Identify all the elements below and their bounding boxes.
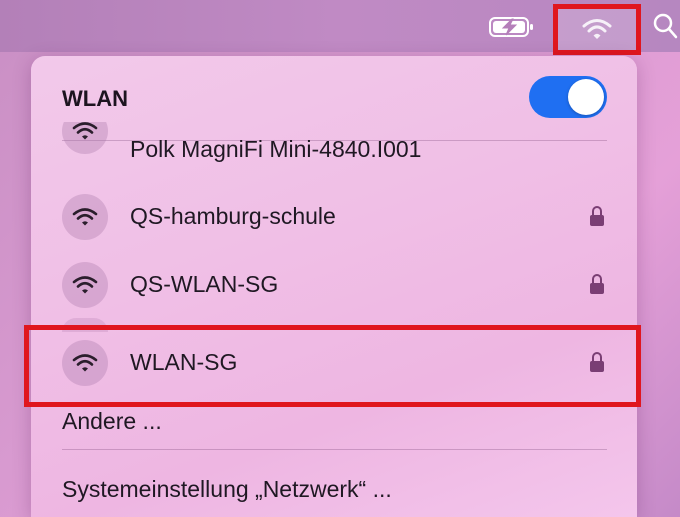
wlan-toggle[interactable] [529,76,607,118]
network-settings-item[interactable]: Systemeinstellung „Netzwerk“ ... [62,476,392,503]
battery-charging-icon[interactable] [489,16,537,38]
network-row[interactable]: QS-WLAN-SG [62,252,607,316]
network-name: QS-hamburg-schule [130,203,336,229]
divider [62,449,607,450]
wifi-icon [62,262,108,308]
search-icon[interactable] [652,12,678,40]
wifi-icon [62,194,108,240]
toggle-knob [568,79,604,115]
wlan-menu: WLAN Polk MagniFi Mini-4840.I001 QS-hamb… [31,56,637,517]
lock-icon [589,273,605,295]
network-name: Polk MagniFi Mini-4840.I001 [130,136,422,162]
network-name: QS-WLAN-SG [130,271,279,297]
wifi-icon [62,122,108,154]
wlan-title: WLAN [62,86,128,111]
network-row[interactable]: Polk MagniFi Mini-4840.I001 [62,122,607,162]
wlan-sg-highlight-box [24,325,641,407]
lock-icon [589,205,605,227]
other-networks-item[interactable]: Andere ... [62,408,162,435]
wifi-highlight-box [553,4,641,55]
network-row[interactable]: QS-hamburg-schule [62,184,607,248]
